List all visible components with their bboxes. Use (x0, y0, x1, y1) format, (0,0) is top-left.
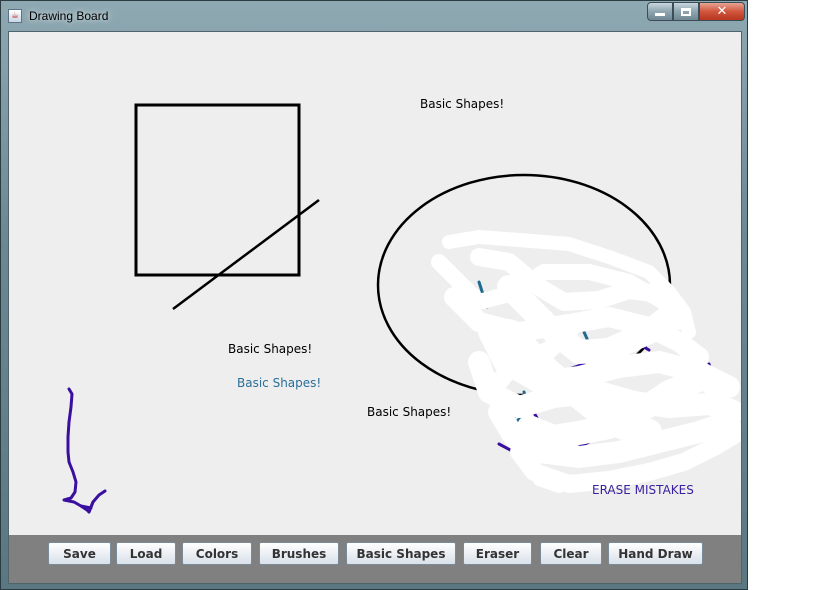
maximize-button[interactable] (673, 2, 699, 21)
eraser-button[interactable]: Eraser (463, 542, 532, 565)
title-bar[interactable]: ☕ Drawing Board ✕ (1, 1, 747, 31)
close-icon: ✕ (716, 4, 728, 19)
bottom-toolbar: Save Load Colors Brushes Basic Shapes Er… (9, 535, 741, 583)
window-controls: ✕ (647, 2, 745, 22)
canvas-drawing-layer (62, 103, 741, 514)
minimize-button[interactable] (647, 2, 673, 21)
canvas-text-basic-shapes-3: Basic Shapes! (237, 376, 322, 390)
window-title: Drawing Board (29, 9, 109, 23)
canvas-text-erase-mistakes: ERASE MISTAKES (592, 483, 694, 497)
basic-shapes-button[interactable]: Basic Shapes (346, 542, 456, 565)
load-button[interactable]: Load (116, 542, 176, 565)
square-shape (134, 103, 301, 277)
app-window: ☕ Drawing Board ✕ Basic Shapes! Basic Sh… (0, 0, 748, 590)
maximize-icon (681, 7, 691, 16)
clear-button[interactable]: Clear (540, 542, 602, 565)
save-button[interactable]: Save (48, 542, 111, 565)
client-area: Basic Shapes! Basic Shapes! Basic Shapes… (8, 31, 742, 584)
brushes-button[interactable]: Brushes (259, 542, 339, 565)
colors-button[interactable]: Colors (182, 542, 252, 565)
hand-draw-button[interactable]: Hand Draw (608, 542, 703, 565)
close-button[interactable]: ✕ (699, 2, 745, 21)
freehand-arrow-stroke (62, 387, 107, 514)
canvas-text-basic-shapes-4: Basic Shapes! (367, 405, 452, 419)
diagonal-line-shape (172, 198, 320, 311)
java-app-icon: ☕ (8, 9, 22, 23)
canvas-text-basic-shapes-2: Basic Shapes! (228, 342, 313, 356)
canvas-text-basic-shapes-1: Basic Shapes! (420, 97, 505, 111)
minimize-icon (655, 12, 665, 16)
eraser-strokes (431, 230, 741, 493)
drawing-canvas[interactable]: Basic Shapes! Basic Shapes! Basic Shapes… (9, 32, 741, 535)
